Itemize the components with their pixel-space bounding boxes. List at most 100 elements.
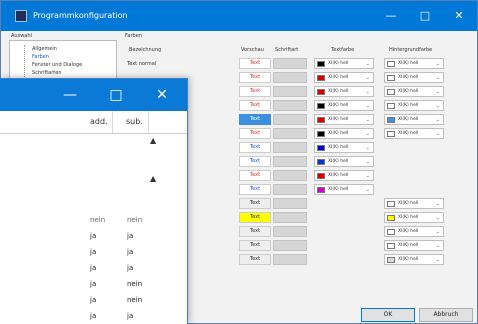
preview-button[interactable]: Text: [239, 128, 271, 139]
bg-color-dropdown[interactable]: Xl(K) hell ⌄: [384, 100, 444, 111]
bg-color-dropdown[interactable]: Xl(K) hell ⌄: [384, 240, 444, 251]
preview-button[interactable]: Text: [239, 184, 271, 195]
cancel-button[interactable]: Abbruch: [419, 308, 473, 322]
font-selector[interactable]: [273, 254, 307, 265]
bg-color-label: Xl(K) hell: [398, 89, 419, 94]
overlay-title-bar[interactable]: — □ ✕: [0, 79, 187, 111]
fg-color-dropdown[interactable]: Xl(K) hell ⌄: [314, 128, 374, 139]
chevron-up-icon[interactable]: ▲: [150, 174, 156, 183]
bg-color-dropdown[interactable]: Xl(K) hell ⌄: [384, 86, 444, 97]
tree-connector: [24, 45, 26, 77]
preview-button[interactable]: Text: [239, 72, 271, 83]
bg-color-dropdown[interactable]: Xl(K) hell ⌄: [384, 58, 444, 69]
color-swatch: [317, 173, 325, 179]
tree-item-farben[interactable]: Farben: [32, 54, 49, 60]
overlay-window: — □ ✕ add. sub. ▲ ▲ nein nein ja ja ja ja ja ja…: [0, 78, 188, 324]
bg-color-label: Xl(K) hell: [398, 75, 419, 80]
column-header-name: Bezeichnung: [129, 47, 162, 53]
fg-color-dropdown[interactable]: Xl(K) hell ⌄: [314, 100, 374, 111]
chevron-down-icon: ⌄: [365, 159, 370, 165]
color-swatch: [387, 89, 395, 95]
chevron-up-icon[interactable]: ▲: [150, 136, 156, 145]
fg-color-dropdown[interactable]: Xl(K) hell ⌄: [314, 58, 374, 69]
preview-button[interactable]: Text: [239, 254, 271, 265]
font-selector[interactable]: [273, 156, 307, 167]
color-swatch: [317, 117, 325, 123]
overlay-column-divider: [112, 111, 113, 133]
overlay-column-divider: [148, 111, 149, 133]
preview-button[interactable]: Text: [239, 58, 271, 69]
fg-color-dropdown[interactable]: Xl(K) hell ⌄: [314, 156, 374, 167]
font-selector[interactable]: [273, 100, 307, 111]
fg-color-label: Xl(K) hell: [328, 75, 349, 80]
font-selector[interactable]: [273, 170, 307, 181]
font-selector[interactable]: [273, 198, 307, 209]
overlay-cell-add: nein: [90, 216, 106, 224]
overlay-close-button[interactable]: ✕: [150, 83, 174, 107]
title-bar[interactable]: Programmkonfiguration — □ ✕: [1, 1, 477, 31]
overlay-maximize-button[interactable]: □: [104, 83, 128, 107]
font-selector[interactable]: [273, 142, 307, 153]
font-selector[interactable]: [273, 86, 307, 97]
chevron-down-icon: ⌄: [365, 117, 370, 123]
fg-color-dropdown[interactable]: Xl(K) hell ⌄: [314, 86, 374, 97]
fg-color-dropdown[interactable]: Xl(K) hell ⌄: [314, 142, 374, 153]
color-swatch: [387, 257, 395, 263]
tree-item-schriftarten[interactable]: Schriftarten: [32, 70, 62, 76]
color-swatch: [387, 103, 395, 109]
color-row[interactable]: Text normal Text Xl(K) hell ⌄ Xl(K) hell ⌄: [121, 57, 461, 71]
bg-color-dropdown[interactable]: Xl(K) hell ⌄: [384, 114, 444, 125]
close-button[interactable]: ✕: [449, 7, 469, 25]
bg-color-dropdown[interactable]: Xl(K) hell ⌄: [384, 72, 444, 83]
bg-color-dropdown[interactable]: Xl(K) hell ⌄: [384, 212, 444, 223]
overlay-cell-sub: ja: [127, 264, 134, 272]
overlay-cell-sub: ja: [127, 232, 134, 240]
color-swatch: [387, 61, 395, 67]
fg-color-dropdown[interactable]: Xl(K) hell ⌄: [314, 114, 374, 125]
preview-button[interactable]: Text: [239, 240, 271, 251]
maximize-button[interactable]: □: [415, 7, 435, 25]
overlay-cell-add: ja: [90, 232, 97, 240]
font-selector[interactable]: [273, 72, 307, 83]
tree-item-fenster[interactable]: Fenster und Dialoge: [32, 62, 82, 68]
preview-button[interactable]: Text: [239, 114, 271, 125]
preview-button[interactable]: Text: [239, 170, 271, 181]
color-swatch: [387, 243, 395, 249]
color-swatch: [317, 89, 325, 95]
minimize-button[interactable]: —: [381, 7, 401, 25]
chevron-down-icon: ⌄: [435, 61, 440, 67]
overlay-minimize-button[interactable]: —: [58, 83, 82, 107]
bg-color-dropdown[interactable]: Xl(K) hell ⌄: [384, 198, 444, 209]
fg-color-dropdown[interactable]: Xl(K) hell ⌄: [314, 184, 374, 195]
right-pane-header: Farben: [125, 33, 142, 39]
font-selector[interactable]: [273, 184, 307, 195]
preview-button[interactable]: Text: [239, 100, 271, 111]
preview-button[interactable]: Text: [239, 198, 271, 209]
fg-color-label: Xl(K) hell: [328, 103, 349, 108]
overlay-cell-add: ja: [90, 264, 97, 272]
preview-button[interactable]: Text: [239, 212, 271, 223]
bg-color-dropdown[interactable]: Xl(K) hell ⌄: [384, 128, 444, 139]
font-selector[interactable]: [273, 128, 307, 139]
bg-color-dropdown[interactable]: Xl(K) hell ⌄: [384, 226, 444, 237]
preview-button[interactable]: Text: [239, 86, 271, 97]
fg-color-label: Xl(K) hell: [328, 89, 349, 94]
preview-button[interactable]: Text: [239, 156, 271, 167]
chevron-down-icon: ⌄: [365, 187, 370, 193]
overlay-header-sub: sub.: [126, 117, 143, 126]
fg-color-dropdown[interactable]: Xl(K) hell ⌄: [314, 72, 374, 83]
bg-color-label: Xl(K) hell: [398, 61, 419, 66]
tree-item-allgemein[interactable]: Allgemein: [32, 46, 57, 52]
color-swatch: [387, 75, 395, 81]
font-selector[interactable]: [273, 114, 307, 125]
bg-color-dropdown[interactable]: Xl(K) hell ⌄: [384, 254, 444, 265]
font-selector[interactable]: [273, 58, 307, 69]
font-selector[interactable]: [273, 212, 307, 223]
preview-button[interactable]: Text: [239, 142, 271, 153]
font-selector[interactable]: [273, 240, 307, 251]
color-swatch: [317, 187, 325, 193]
ok-button[interactable]: OK: [361, 308, 415, 322]
fg-color-dropdown[interactable]: Xl(K) hell ⌄: [314, 170, 374, 181]
font-selector[interactable]: [273, 226, 307, 237]
preview-button[interactable]: Text: [239, 226, 271, 237]
